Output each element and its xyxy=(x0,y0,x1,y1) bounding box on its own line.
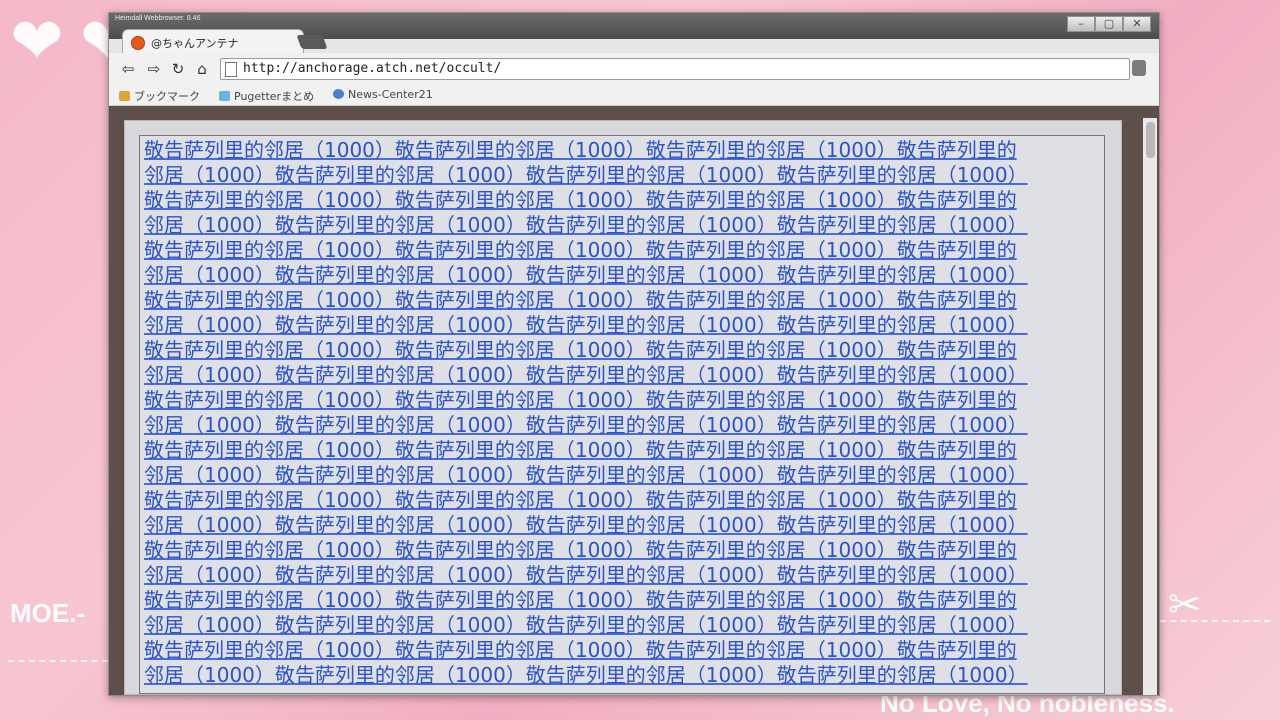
spam-link[interactable]: 邻居（1000）敬告萨列里的邻居（1000）敬告萨列里的邻居（1000）敬告萨列… xyxy=(144,163,1102,188)
vertical-scrollbar[interactable] xyxy=(1143,118,1157,695)
browser-window: Heimdall Webbrowser. 8.46 – ▢ ✕ @ちゃんアンテナ… xyxy=(108,12,1160,696)
page-icon xyxy=(225,62,237,77)
bookmarks-bar: ブックマーク Pugetterまとめ News-Center21 xyxy=(109,85,1159,106)
spam-link[interactable]: 邻居（1000）敬告萨列里的邻居（1000）敬告萨列里的邻居（1000）敬告萨列… xyxy=(144,463,1102,488)
spam-link[interactable]: 邻居（1000）敬告萨列里的邻居（1000）敬告萨列里的邻居（1000）敬告萨列… xyxy=(144,413,1102,438)
reload-icon[interactable]: ↻ xyxy=(169,60,187,78)
spam-link[interactable]: 邻居（1000）敬告萨列里的邻居（1000）敬告萨列里的邻居（1000）敬告萨列… xyxy=(144,313,1102,338)
desktop-dash-line xyxy=(8,660,108,662)
back-arrow-icon[interactable]: ⇦ xyxy=(119,60,137,78)
page-content: 敬告萨列里的邻居（1000）敬告萨列里的邻居（1000）敬告萨列里的邻居（100… xyxy=(109,106,1159,695)
maximize-icon[interactable]: ▢ xyxy=(1095,16,1123,32)
bookmark-pugetter[interactable]: Pugetterまとめ xyxy=(219,88,314,104)
tab-anchorage[interactable]: @ちゃんアンテナ xyxy=(122,29,304,54)
window-title: Heimdall Webbrowser. 8.46 xyxy=(115,15,201,22)
close-icon[interactable]: ✕ xyxy=(1123,16,1151,32)
desktop-moe-text: MOE.- xyxy=(10,598,86,628)
address-bar[interactable]: http://anchorage.atch.net/occult/ xyxy=(220,58,1130,80)
spam-link[interactable]: 邻居（1000）敬告萨列里的邻居（1000）敬告萨列里的邻居（1000）敬告萨列… xyxy=(144,363,1102,388)
spam-link[interactable]: 邻居（1000）敬告萨列里的邻居（1000）敬告萨列里的邻居（1000）敬告萨列… xyxy=(144,563,1102,588)
spam-link[interactable]: 邻居（1000）敬告萨列里的邻居（1000）敬告萨列里的邻居（1000）敬告萨列… xyxy=(144,213,1102,238)
scissors-icon: ✂ xyxy=(1168,582,1202,628)
minimize-icon[interactable]: – xyxy=(1067,16,1095,32)
spam-link[interactable]: 敬告萨列里的邻居（1000）敬告萨列里的邻居（1000）敬告萨列里的邻居（100… xyxy=(144,288,1102,313)
storage-icon[interactable] xyxy=(1132,60,1146,76)
tab-label: @ちゃんアンテナ xyxy=(151,37,239,50)
spam-link[interactable]: 敬告萨列里的邻居（1000）敬告萨列里的邻居（1000）敬告萨列里的邻居（100… xyxy=(144,538,1102,563)
spam-link[interactable]: 敬告萨列里的邻居（1000）敬告萨列里的邻居（1000）敬告萨列里的邻居（100… xyxy=(144,188,1102,213)
spam-link[interactable]: 敬告萨列里的邻居（1000）敬告萨列里的邻居（1000）敬告萨列里的邻居（100… xyxy=(144,238,1102,263)
bookmark-folder[interactable]: ブックマーク xyxy=(119,88,200,104)
bookmark-label: Pugetterまとめ xyxy=(234,90,315,103)
scrollbar-thumb[interactable] xyxy=(1146,122,1155,158)
site-favicon-icon xyxy=(131,36,145,50)
heart-icon: ❤ xyxy=(10,5,64,79)
bookmark-label: ブックマーク xyxy=(134,90,200,103)
spam-link[interactable]: 敬告萨列里的邻居（1000）敬告萨列里的邻居（1000）敬告萨列里的邻居（100… xyxy=(144,338,1102,363)
bookmark-label: News-Center21 xyxy=(348,88,433,101)
spam-link[interactable]: 敬告萨列里的邻居（1000）敬告萨列里的邻居（1000）敬告萨列里的邻居（100… xyxy=(144,588,1102,613)
bookmark-news-center[interactable]: News-Center21 xyxy=(333,88,433,101)
url-text: http://anchorage.atch.net/occult/ xyxy=(243,61,502,76)
page-paper: 敬告萨列里的邻居（1000）敬告萨列里的邻居（1000）敬告萨列里的邻居（100… xyxy=(124,120,1122,695)
spam-link[interactable]: 敬告萨列里的邻居（1000）敬告萨列里的邻居（1000）敬告萨列里的邻居（100… xyxy=(144,638,1102,663)
spam-link-list: 敬告萨列里的邻居（1000）敬告萨列里的邻居（1000）敬告萨列里的邻居（100… xyxy=(144,138,1102,688)
navigation-toolbar: ⇦ ⇨ ↻ ⌂ http://anchorage.atch.net/occult… xyxy=(109,53,1159,86)
pugetter-icon xyxy=(219,91,230,101)
spam-link[interactable]: 邻居（1000）敬告萨列里的邻居（1000）敬告萨列里的邻居（1000）敬告萨列… xyxy=(144,613,1102,638)
new-tab-button[interactable] xyxy=(296,35,328,49)
link-list-box: 敬告萨列里的邻居（1000）敬告萨列里的邻居（1000）敬告萨列里的邻居（100… xyxy=(139,135,1105,694)
home-icon[interactable]: ⌂ xyxy=(193,60,211,78)
spam-link[interactable]: 敬告萨列里的邻居（1000）敬告萨列里的邻居（1000）敬告萨列里的邻居（100… xyxy=(144,138,1102,163)
folder-icon xyxy=(119,91,130,101)
spam-link[interactable]: 邻居（1000）敬告萨列里的邻居（1000）敬告萨列里的邻居（1000）敬告萨列… xyxy=(144,263,1102,288)
spam-link[interactable]: 敬告萨列里的邻居（1000）敬告萨列里的邻居（1000）敬告萨列里的邻居（100… xyxy=(144,488,1102,513)
spam-link[interactable]: 邻居（1000）敬告萨列里的邻居（1000）敬告萨列里的邻居（1000）敬告萨列… xyxy=(144,663,1102,688)
globe-icon xyxy=(333,89,344,99)
spam-link[interactable]: 敬告萨列里的邻居（1000）敬告萨列里的邻居（1000）敬告萨列里的邻居（100… xyxy=(144,438,1102,463)
spam-link[interactable]: 邻居（1000）敬告萨列里的邻居（1000）敬告萨列里的邻居（1000）敬告萨列… xyxy=(144,513,1102,538)
forward-arrow-icon[interactable]: ⇨ xyxy=(145,60,163,78)
spam-link[interactable]: 敬告萨列里的邻居（1000）敬告萨列里的邻居（1000）敬告萨列里的邻居（100… xyxy=(144,388,1102,413)
